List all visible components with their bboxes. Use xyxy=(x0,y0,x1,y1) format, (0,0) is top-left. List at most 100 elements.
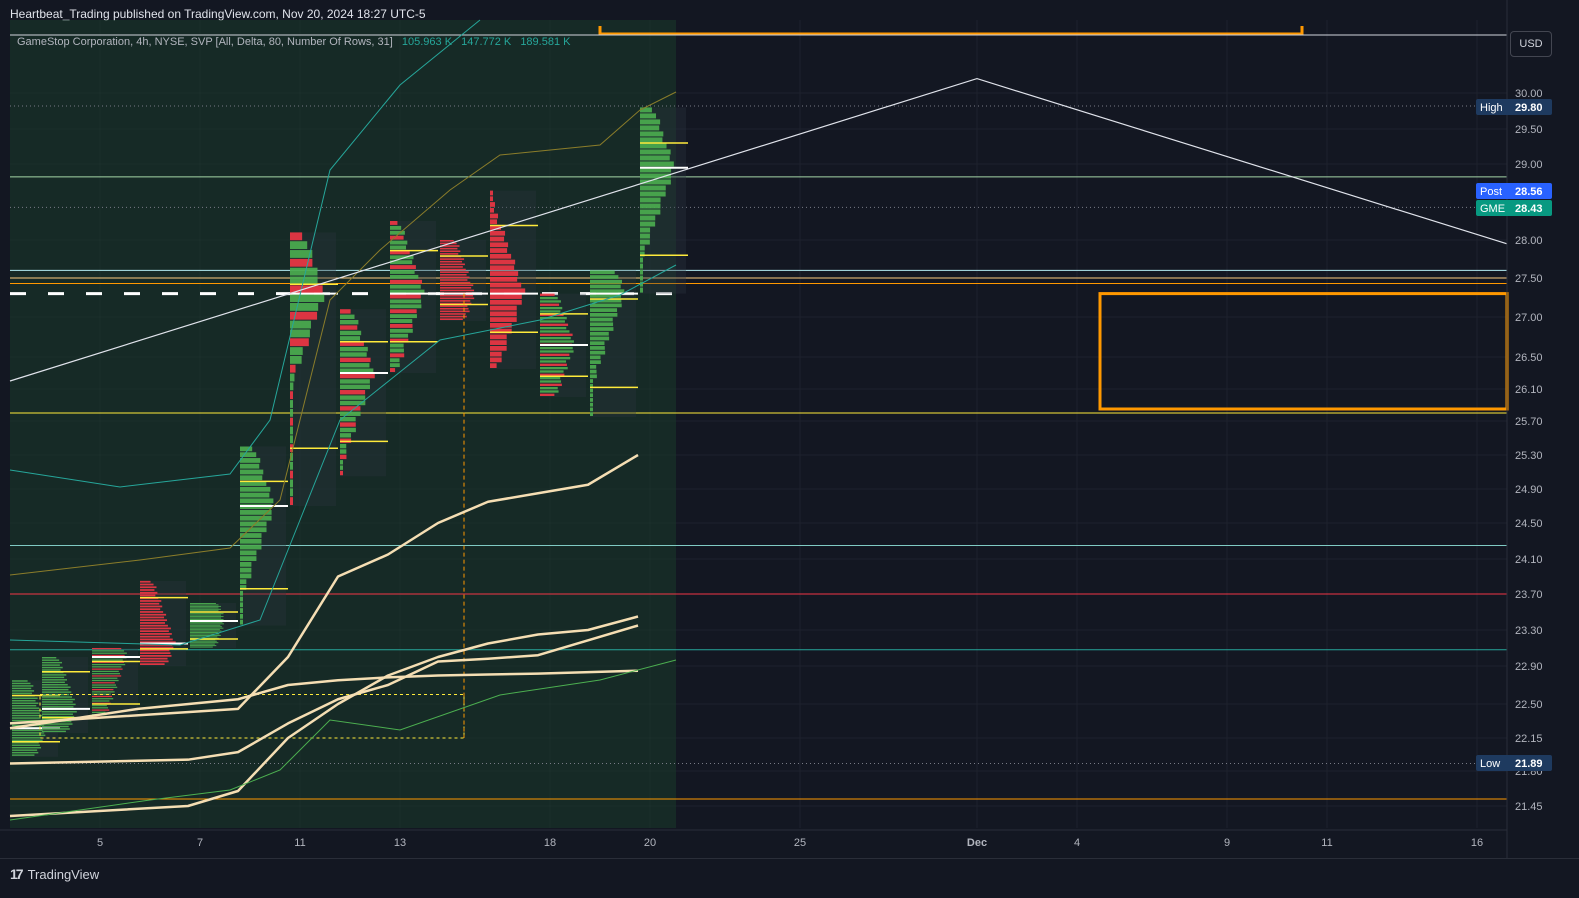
profile-row xyxy=(590,364,597,369)
profile-row xyxy=(490,282,522,288)
profile-row xyxy=(190,613,224,615)
profile-row xyxy=(290,470,293,479)
profile-row xyxy=(390,284,421,289)
profile-row xyxy=(440,263,465,266)
profile-row xyxy=(440,289,475,292)
profile-row xyxy=(340,422,356,427)
profile-row xyxy=(12,729,44,732)
profile-Nov-8 xyxy=(240,446,288,626)
profile-row xyxy=(240,567,252,573)
time-axis[interactable]: 5 7 11 13 18 20 25 Dec 4 9 11 16 xyxy=(0,829,1507,849)
price-label-value-gme: 28.43 xyxy=(1515,203,1543,215)
profile-row xyxy=(590,355,601,360)
y-tick-label: 27.00 xyxy=(1515,312,1543,324)
profile-row xyxy=(140,622,165,624)
profile-row xyxy=(640,257,643,263)
profile-row xyxy=(12,700,36,702)
profile-row xyxy=(140,602,160,605)
profile-row xyxy=(42,659,60,661)
price-label-value-post: 28.56 xyxy=(1515,186,1543,198)
profile-Nov-5 xyxy=(92,648,140,719)
profile-row xyxy=(340,314,355,319)
price-axis[interactable]: 30.00 29.50 29.00 28.00 27.50 27.00 26.50 26.10… xyxy=(1506,0,1543,858)
x-tick-label: 9 xyxy=(1224,837,1230,849)
profile-row xyxy=(390,343,404,348)
y-tick-label: 22.90 xyxy=(1515,661,1543,673)
profile-row xyxy=(12,680,28,682)
profile-row xyxy=(340,443,347,449)
profile-row xyxy=(12,687,32,690)
drawings-rectangles[interactable] xyxy=(598,26,1509,411)
profile-row xyxy=(190,603,216,604)
profile-row xyxy=(190,608,221,610)
profile-row xyxy=(440,313,466,315)
profile-row xyxy=(240,602,243,608)
profile-row xyxy=(140,627,171,630)
profile-row xyxy=(640,155,670,161)
profile-row xyxy=(140,591,158,594)
profile-row xyxy=(290,408,293,417)
profile-row xyxy=(92,654,125,657)
profile-row xyxy=(12,690,35,692)
profile-row xyxy=(240,579,247,585)
profile-row xyxy=(640,221,656,227)
profile-row xyxy=(340,352,367,357)
legend-title: GameStop Corporation, 4h, NYSE, SVP [All… xyxy=(17,36,393,48)
y-tick-label: 26.10 xyxy=(1515,384,1543,396)
profile-row xyxy=(390,323,413,328)
tradingview-brand[interactable]: 17 TradingView xyxy=(10,866,99,882)
profile-row xyxy=(640,191,666,197)
profile-row xyxy=(42,684,68,686)
profile-row xyxy=(490,299,522,305)
profile-row xyxy=(390,294,421,299)
indicator-legend[interactable]: GameStop Corporation, 4h, NYSE, SVP [All… xyxy=(17,36,570,48)
y-tick-label: 24.10 xyxy=(1515,554,1543,566)
profile-row xyxy=(340,395,366,400)
profile-row xyxy=(340,346,368,352)
profile-row xyxy=(590,393,593,398)
x-tick-label: 16 xyxy=(1471,837,1483,849)
profile-row xyxy=(540,386,558,390)
profile-row xyxy=(240,538,262,544)
profile-row xyxy=(340,336,361,341)
price-label-name-high: High xyxy=(1480,102,1503,114)
profile-row xyxy=(540,326,567,330)
price-chart[interactable]: 30.00 29.50 29.00 28.00 27.50 27.00 26.50 26.10… xyxy=(0,0,1579,897)
profile-row xyxy=(390,368,396,372)
profile-row xyxy=(490,196,493,202)
y-tick-label: 24.50 xyxy=(1515,518,1543,530)
profile-row xyxy=(540,320,565,323)
profile-row xyxy=(42,728,70,730)
profile-row xyxy=(590,317,613,322)
y-tick-label: 28.00 xyxy=(1515,235,1543,247)
profile-row xyxy=(92,688,114,691)
profile-row xyxy=(190,610,219,612)
profile-row xyxy=(290,497,293,505)
profile-row xyxy=(390,353,405,358)
profile-row xyxy=(190,626,222,628)
profile-row xyxy=(92,677,118,679)
profile-row xyxy=(390,319,413,323)
profile-row xyxy=(12,709,42,712)
support-zone-rectangle[interactable] xyxy=(1098,292,1509,411)
currency-button[interactable]: USD xyxy=(1510,31,1552,57)
profile-row xyxy=(590,327,614,331)
profile-row xyxy=(140,660,169,663)
x-tick-label: 4 xyxy=(1074,837,1080,849)
profile-row xyxy=(290,241,308,250)
profile-row xyxy=(340,427,356,433)
profile-row xyxy=(490,311,517,317)
profile-row xyxy=(490,276,518,282)
profile-row xyxy=(540,323,569,326)
profile-row xyxy=(540,376,561,380)
profile-row xyxy=(640,107,652,113)
profile-row xyxy=(240,556,257,561)
profile-row xyxy=(590,336,610,341)
top-bracket-rectangle[interactable] xyxy=(598,26,1304,36)
profile-row xyxy=(290,303,319,311)
profile-row xyxy=(290,382,294,391)
profile-row xyxy=(12,702,39,704)
profile-row xyxy=(640,113,657,119)
profile-row xyxy=(42,664,60,666)
profile-row xyxy=(640,149,671,155)
